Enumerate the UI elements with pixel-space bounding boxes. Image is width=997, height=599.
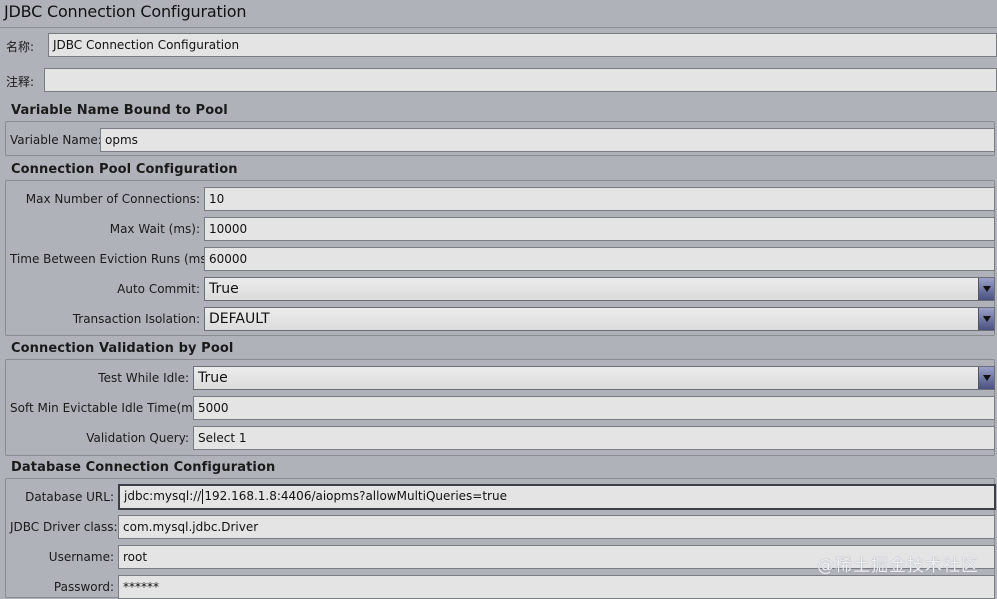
test-while-idle-select[interactable]: True [193,366,995,390]
soft-min-idle-label: Soft Min Evictable Idle Time(ms): [10,401,208,415]
max-wait-field[interactable]: 10000 [204,217,995,241]
validation-query-label: Validation Query: [86,431,189,445]
username-label: Username: [48,550,114,564]
auto-commit-value: True [209,281,239,297]
max-connections-label: Max Number of Connections: [25,192,200,206]
max-wait-label: Max Wait (ms): [109,222,200,236]
validation-title: Connection Validation by Pool [11,341,234,356]
driver-class-label: JDBC Driver class: [10,520,118,534]
eviction-runs-field[interactable]: 60000 [204,247,995,271]
variable-name-field[interactable]: opms [100,128,995,152]
database-url-suffix: 192.168.1.8:4406/aiopms?allowMultiQuerie… [204,489,507,503]
comment-label: 注释: [6,75,35,89]
test-while-idle-label: Test While Idle: [98,371,189,385]
password-field[interactable]: ****** [118,575,995,599]
watermark: @稀土掘金技术社区 [817,556,979,576]
transaction-isolation-value: DEFAULT [209,311,270,327]
driver-class-field[interactable]: com.mysql.jdbc.Driver [118,515,995,539]
pool-config-title: Connection Pool Configuration [11,162,238,177]
variable-name-label: Variable Name: [10,133,102,147]
window-title: JDBC Connection Configuration [4,2,247,21]
name-label: 名称: [6,40,35,54]
database-title: Database Connection Configuration [11,460,276,475]
transaction-isolation-label: Transaction Isolation: [72,312,200,326]
chevron-down-icon[interactable] [978,278,994,300]
chevron-down-icon[interactable] [978,308,994,330]
max-connections-field[interactable]: 10 [204,187,995,211]
database-url-field[interactable]: jdbc:mysql://192.168.1.8:4406/aiopms?all… [118,484,996,510]
transaction-isolation-select[interactable]: DEFAULT [204,307,995,331]
database-url-label: Database URL: [25,490,114,504]
soft-min-idle-field[interactable]: 5000 [193,396,995,420]
chevron-down-icon[interactable] [978,367,994,389]
comment-field[interactable] [44,68,997,92]
validation-query-field[interactable]: Select 1 [193,426,995,450]
title-divider [0,27,997,28]
eviction-runs-label: Time Between Eviction Runs (ms): [10,252,216,266]
pool-binding-title: Variable Name Bound to Pool [11,103,228,118]
password-label: Password: [53,580,114,594]
auto-commit-label: Auto Commit: [117,282,200,296]
name-field[interactable]: JDBC Connection Configuration [48,33,997,57]
auto-commit-select[interactable]: True [204,277,995,301]
test-while-idle-value: True [198,370,228,386]
database-url-prefix: jdbc:mysql:// [124,489,202,503]
